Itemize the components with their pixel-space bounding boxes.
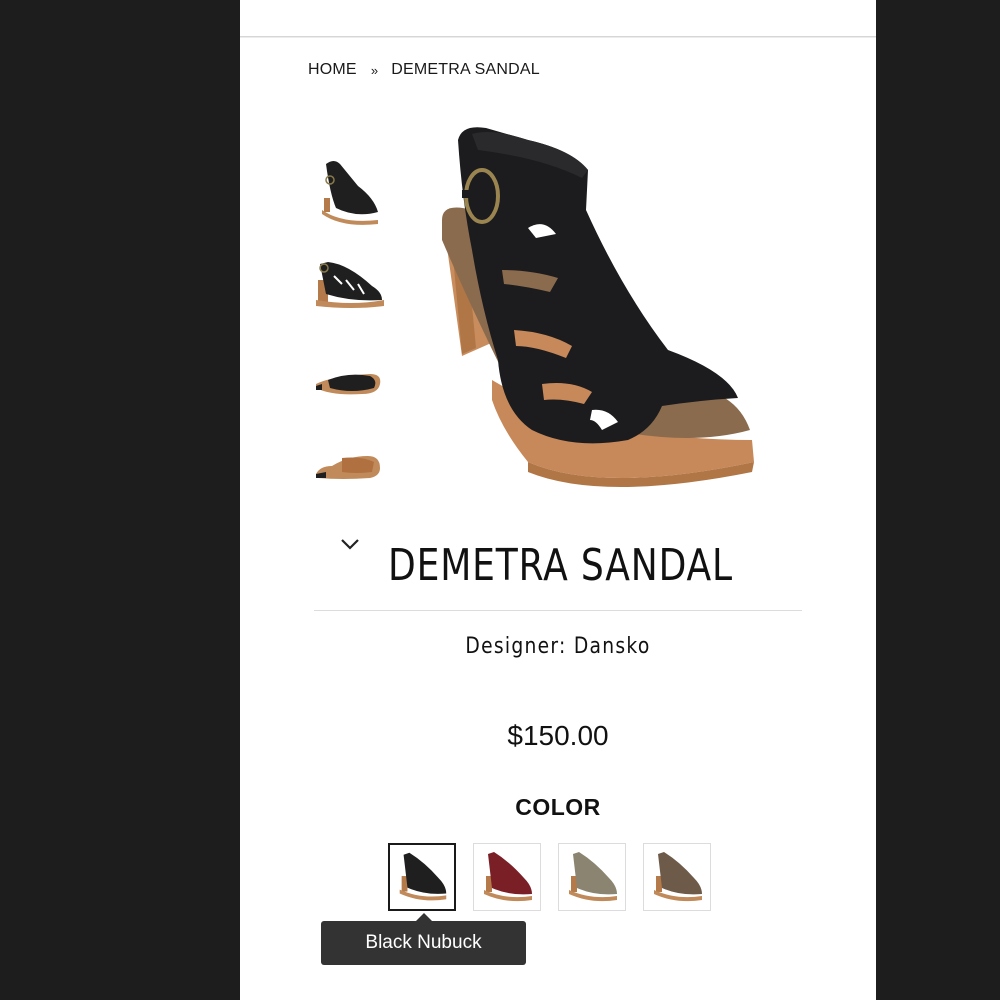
- product-main-image[interactable]: [432, 110, 772, 510]
- header-divider: [240, 36, 876, 38]
- thumbnail-4[interactable]: [312, 450, 388, 530]
- breadcrumb-separator: »: [370, 62, 379, 78]
- product-page: HOME » DEMETRA SANDAL DEMETRA SANDAL Des…: [240, 0, 876, 1000]
- color-label: COLOR: [515, 794, 601, 820]
- breadcrumb-current: DEMETRA SANDAL: [391, 61, 540, 78]
- thumbnail-3[interactable]: [312, 350, 388, 430]
- color-swatch-black-nubuck[interactable]: [388, 843, 456, 911]
- sandal-top-icon: [316, 374, 381, 395]
- color-swatches: [388, 843, 712, 911]
- chevron-down-icon[interactable]: [336, 530, 364, 558]
- color-swatch-taupe[interactable]: [558, 843, 626, 911]
- color-swatch-brown[interactable]: [643, 843, 711, 911]
- title-divider: [314, 610, 802, 611]
- thumbnail-2[interactable]: [312, 250, 388, 330]
- sandal-side-icon: [322, 161, 378, 225]
- product-designer: Designer: Dansko: [465, 634, 651, 659]
- product-title: DEMETRA SANDAL: [388, 540, 733, 591]
- swatch-black-sandal-icon: [399, 852, 447, 901]
- product-price: $150.00: [507, 720, 609, 751]
- sandal-sole-icon: [316, 456, 380, 479]
- color-tooltip: Black Nubuck: [321, 913, 526, 965]
- sandal-profile-icon: [316, 262, 384, 308]
- breadcrumb-home-link[interactable]: HOME: [308, 61, 357, 79]
- swatch-taupe-sandal-icon: [569, 852, 617, 902]
- swatch-brown-sandal-icon: [654, 852, 702, 902]
- color-swatch-red[interactable]: [473, 843, 541, 911]
- thumbnail-1[interactable]: [312, 150, 388, 230]
- sandal-main-icon: [442, 127, 754, 487]
- swatch-red-sandal-icon: [484, 852, 532, 902]
- breadcrumb: HOME » DEMETRA SANDAL: [308, 61, 540, 79]
